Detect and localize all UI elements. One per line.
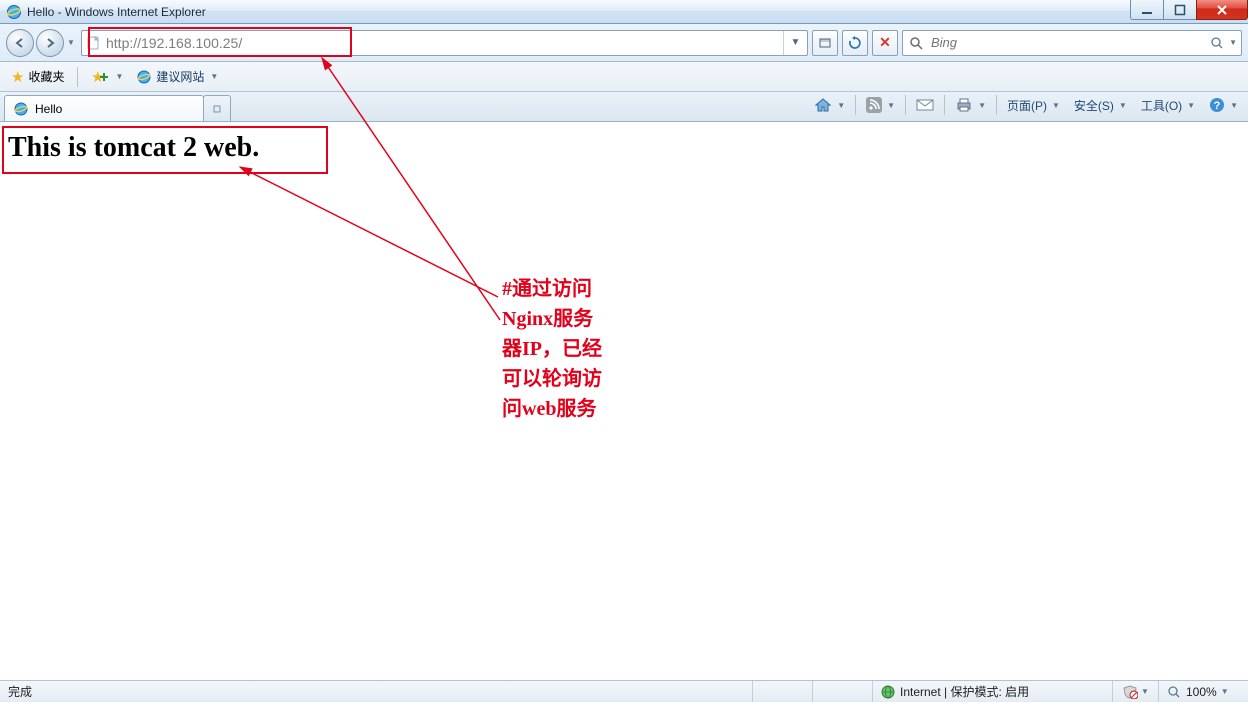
close-button[interactable] <box>1196 0 1248 20</box>
forward-button[interactable] <box>36 29 64 57</box>
feeds-button[interactable]: ▼ <box>860 93 901 117</box>
search-input[interactable] <box>929 34 1207 51</box>
page-icon <box>82 35 104 51</box>
compat-view-button[interactable] <box>812 30 838 56</box>
status-bar: 完成 Internet | 保护模式: 启用 ▼ 100% ▼ <box>0 680 1248 702</box>
add-favorite-button[interactable]: ★ ▼ <box>86 65 128 89</box>
zoom-icon <box>1167 685 1181 699</box>
favorites-label: 收藏夹 <box>28 68 64 85</box>
print-button[interactable]: ▼ <box>949 93 992 117</box>
title-bar: Hello - Windows Internet Explorer <box>0 0 1248 24</box>
search-dropdown[interactable]: ▼ <box>1229 38 1237 47</box>
search-provider-icon <box>907 34 925 52</box>
status-spacer <box>752 681 812 702</box>
safety-menu[interactable]: 安全(S) ▼ <box>1068 93 1133 117</box>
globe-icon <box>881 685 895 699</box>
help-icon: ? <box>1209 97 1225 113</box>
printer-icon <box>955 97 973 113</box>
new-tab-button[interactable] <box>203 95 231 121</box>
dropdown-icon: ▼ <box>887 101 895 110</box>
command-bar: ▼ ▼ ▼ 页面(P) ▼ 安全(S) ▼ <box>808 92 1244 121</box>
tab-hello[interactable]: Hello <box>4 95 204 121</box>
dropdown-icon: ▼ <box>1119 101 1127 110</box>
star-icon: ★ <box>11 68 24 86</box>
tools-menu[interactable]: 工具(O) ▼ <box>1135 93 1201 117</box>
suggested-sites-link[interactable]: 建议网站 ▼ <box>136 68 218 85</box>
separator <box>996 95 997 115</box>
annotation-line: 问web服务 <box>502 394 632 424</box>
window-title: Hello - Windows Internet Explorer <box>27 5 206 19</box>
home-button[interactable]: ▼ <box>808 93 851 117</box>
security-zone-label: Internet | 保护模式: 启用 <box>900 683 1029 700</box>
separator <box>855 95 856 115</box>
help-button[interactable]: ? ▼ <box>1203 93 1244 117</box>
dropdown-icon: ▼ <box>210 72 218 81</box>
refresh-button[interactable] <box>842 30 868 56</box>
nav-arrows: ▼ <box>6 29 77 57</box>
dropdown-icon: ▼ <box>1187 101 1195 110</box>
stop-button[interactable]: ✕ <box>872 30 898 56</box>
status-spacer <box>812 681 872 702</box>
page-heading: This is tomcat 2 web. <box>8 132 259 164</box>
nav-history-dropdown[interactable]: ▼ <box>65 30 77 56</box>
read-mail-button[interactable] <box>910 93 940 117</box>
ie-logo-icon <box>6 4 22 20</box>
annotation-line: Nginx服务 <box>502 304 632 334</box>
annotation-line: 可以轮询访 <box>502 364 632 394</box>
page-content: This is tomcat 2 web. #通过访问 Nginx服务 器IP，… <box>0 122 1248 680</box>
favorites-bar: ★ 收藏夹 ★ ▼ 建议网站 ▼ <box>0 62 1248 92</box>
tab-bar: Hello ▼ ▼ ▼ 页 <box>0 92 1248 122</box>
ie-window: Hello - Windows Internet Explorer ▼ ▼ <box>0 0 1248 702</box>
back-button[interactable] <box>6 29 34 57</box>
page-menu[interactable]: 页面(P) ▼ <box>1001 93 1066 117</box>
security-zone[interactable]: Internet | 保护模式: 启用 <box>872 681 1112 702</box>
minimize-button[interactable] <box>1130 0 1164 20</box>
address-dropdown[interactable]: ▼ <box>783 31 807 55</box>
address-bar: ▼ <box>81 30 808 56</box>
shield-off-icon <box>1122 685 1138 699</box>
navigation-bar: ▼ ▼ ✕ ▼ <box>0 24 1248 62</box>
status-text: 完成 <box>0 681 752 702</box>
url-input[interactable] <box>104 31 783 55</box>
dropdown-icon: ▼ <box>837 101 845 110</box>
ie-small-icon <box>136 69 152 85</box>
protected-mode-icon-cell[interactable]: ▼ <box>1112 681 1158 702</box>
safety-menu-label: 安全(S) <box>1074 97 1114 114</box>
annotation-text: #通过访问 Nginx服务 器IP，已经 可以轮询访 问web服务 <box>502 274 632 424</box>
tools-menu-label: 工具(O) <box>1141 97 1182 114</box>
separator <box>905 95 906 115</box>
rss-icon <box>866 97 882 113</box>
separator <box>944 95 945 115</box>
dropdown-icon: ▼ <box>1221 687 1229 696</box>
search-go-icon[interactable] <box>1207 36 1227 50</box>
page-menu-label: 页面(P) <box>1007 97 1047 114</box>
window-controls <box>1131 0 1248 22</box>
zoom-control[interactable]: 100% ▼ <box>1158 681 1248 702</box>
separator <box>77 67 78 87</box>
annotation-line: 器IP，已经 <box>502 334 632 364</box>
suggested-sites-label: 建议网站 <box>156 68 204 85</box>
dropdown-icon: ▼ <box>1141 687 1149 696</box>
dropdown-icon: ▼ <box>978 101 986 110</box>
favorites-button[interactable]: ★ 收藏夹 <box>6 65 69 89</box>
maximize-button[interactable] <box>1163 0 1197 20</box>
svg-text:?: ? <box>1214 100 1221 112</box>
dropdown-icon: ▼ <box>1230 101 1238 110</box>
tab-title: Hello <box>35 102 62 116</box>
zoom-label: 100% <box>1186 685 1217 699</box>
dropdown-icon: ▼ <box>1052 101 1060 110</box>
mail-icon <box>916 98 934 112</box>
star-add-icon: ★ <box>91 69 109 85</box>
annotation-line: #通过访问 <box>502 274 632 304</box>
search-box: ▼ <box>902 30 1242 56</box>
home-icon <box>814 97 832 113</box>
tab-page-icon <box>13 101 29 117</box>
add-fav-dropdown-icon: ▼ <box>115 72 123 81</box>
